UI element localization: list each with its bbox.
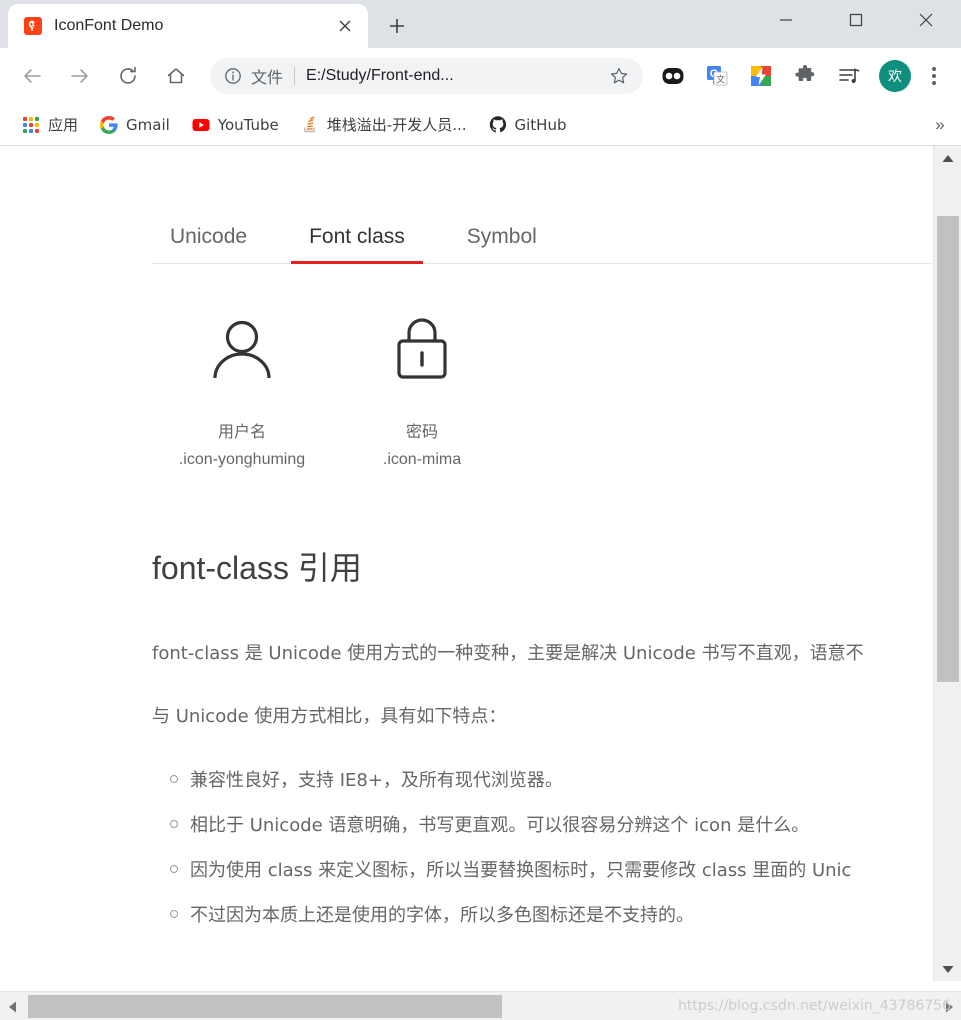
chrome-menu-icon[interactable] [919, 59, 949, 93]
icon-class-name: .icon-mima [382, 450, 462, 468]
info-circle-icon[interactable] [224, 67, 242, 85]
google-lightning-extension-icon[interactable] [744, 59, 778, 93]
reload-button[interactable] [108, 56, 148, 96]
window-controls [751, 0, 961, 40]
paragraph-intro: font-class 是 Unicode 使用方式的一种变种，主要是解决 Uni… [152, 642, 864, 664]
tab-unicode[interactable]: Unicode [152, 215, 265, 263]
bookmark-star-icon[interactable] [609, 66, 629, 86]
bookmarks-overflow-button[interactable]: » [927, 112, 953, 138]
close-window-button[interactable] [891, 0, 961, 40]
iconfont-logo: Iconfont+ [152, 146, 933, 155]
github-icon [489, 116, 507, 134]
tab-close-icon[interactable] [332, 13, 358, 39]
list-item: 兼容性良好，支持 IE8+，及所有现代浏览器。 [152, 766, 933, 792]
url-scheme-label: 文件 [251, 68, 284, 87]
lock-icon [332, 310, 512, 388]
browser-window: IconFont Demo 文件 E:/Study/Front-end... 文… [0, 0, 961, 1020]
list-item: 因为使用 class 来定义图标，所以当要替换图标时，只需要修改 class 里… [152, 856, 933, 882]
scroll-down-arrow-icon[interactable] [934, 957, 961, 981]
bookmark-label: YouTube [217, 115, 279, 134]
web-page-content: Iconfont+ Unicode Font class Symbol [0, 146, 933, 981]
browser-toolbar: 文件 E:/Study/Front-end... G [0, 48, 961, 104]
google-g-icon [100, 115, 118, 134]
icon-label: 用户名 [217, 421, 266, 441]
paragraph-compare: 与 Unicode 使用方式相比，具有如下特点： [152, 705, 507, 727]
horizontal-scrollbar[interactable] [0, 991, 961, 1020]
extensions-puzzle-icon[interactable] [788, 59, 822, 93]
bookmark-apps[interactable]: 应用 [14, 110, 86, 139]
alien-face-favicon [24, 17, 42, 35]
icon-label: 密码 [405, 421, 438, 441]
icon-item-yonghuming[interactable]: 用户名 .icon-yonghuming [152, 310, 332, 469]
list-item: 相比于 Unicode 语意明确，书写更直观。可以很容易分辨这个 icon 是什… [152, 811, 933, 837]
address-bar[interactable]: 文件 E:/Study/Front-end... [210, 58, 643, 94]
forward-button[interactable] [60, 56, 100, 96]
omnibox-divider [294, 67, 296, 85]
home-button[interactable] [156, 56, 196, 96]
icon-class-name: .icon-yonghuming [178, 450, 306, 468]
extensions-area: G 文 [651, 59, 953, 93]
bookmark-gmail[interactable]: Gmail [92, 112, 178, 138]
vertical-scrollbar-thumb[interactable] [937, 216, 959, 682]
apps-grid-icon [22, 116, 40, 134]
maximize-button[interactable] [821, 0, 891, 40]
profile-avatar[interactable]: 欢 [879, 60, 911, 92]
youtube-icon [192, 116, 210, 134]
media-playlist-icon[interactable] [832, 59, 866, 93]
tab-symbol[interactable]: Symbol [449, 215, 555, 263]
icon-list: 用户名 .icon-yonghuming 密码 .icon-mima [152, 310, 933, 469]
bookmark-label: 堆栈溢出-开发人员... [326, 116, 467, 134]
scroll-right-arrow-icon[interactable] [937, 992, 961, 1020]
feature-list: 兼容性良好，支持 IE8+，及所有现代浏览器。 相比于 Unicode 语意明确… [152, 766, 933, 927]
bookmark-label: Gmail [126, 115, 170, 134]
icon-item-mima[interactable]: 密码 .icon-mima [332, 310, 512, 469]
scroll-left-arrow-icon[interactable] [0, 992, 24, 1020]
google-translate-extension-icon[interactable]: G 文 [700, 59, 734, 93]
page-viewport: Iconfont+ Unicode Font class Symbol [0, 146, 961, 1020]
new-tab-button[interactable] [380, 9, 414, 43]
bookmark-label: GitHub [514, 115, 567, 134]
scroll-up-arrow-icon[interactable] [934, 146, 961, 170]
minimize-button[interactable] [751, 0, 821, 40]
bookmarks-bar: 应用 Gmail YouTube 堆栈溢出-开发人员... GitHub » [0, 104, 961, 146]
dark-reader-extension-icon[interactable] [656, 59, 690, 93]
section-title: font-class 引用 [152, 549, 362, 586]
bookmark-label: 应用 [48, 116, 79, 134]
tab-title: IconFont Demo [54, 17, 164, 34]
bookmark-youtube[interactable]: YouTube [184, 112, 287, 138]
horizontal-scrollbar-thumb[interactable] [28, 995, 502, 1018]
person-icon [152, 310, 332, 388]
url-text[interactable]: E:/Study/Front-end... [306, 67, 601, 85]
brand-text: Iconfont [152, 146, 322, 151]
bookmark-stackoverflow[interactable]: 堆栈溢出-开发人员... [293, 110, 475, 139]
tab-strip: IconFont Demo [0, 0, 961, 48]
bookmark-github[interactable]: GitHub [481, 112, 575, 138]
browser-tab[interactable]: IconFont Demo [8, 4, 368, 48]
font-usage-tabs: Unicode Font class Symbol [152, 215, 932, 264]
vertical-scrollbar[interactable] [933, 146, 961, 981]
svg-text:文: 文 [716, 74, 725, 86]
list-item: 不过因为本质上还是使用的字体，所以多色图标还是不支持的。 [152, 901, 933, 927]
tab-font-class[interactable]: Font class [291, 215, 423, 264]
stackoverflow-icon [301, 115, 319, 134]
back-button[interactable] [12, 56, 52, 96]
